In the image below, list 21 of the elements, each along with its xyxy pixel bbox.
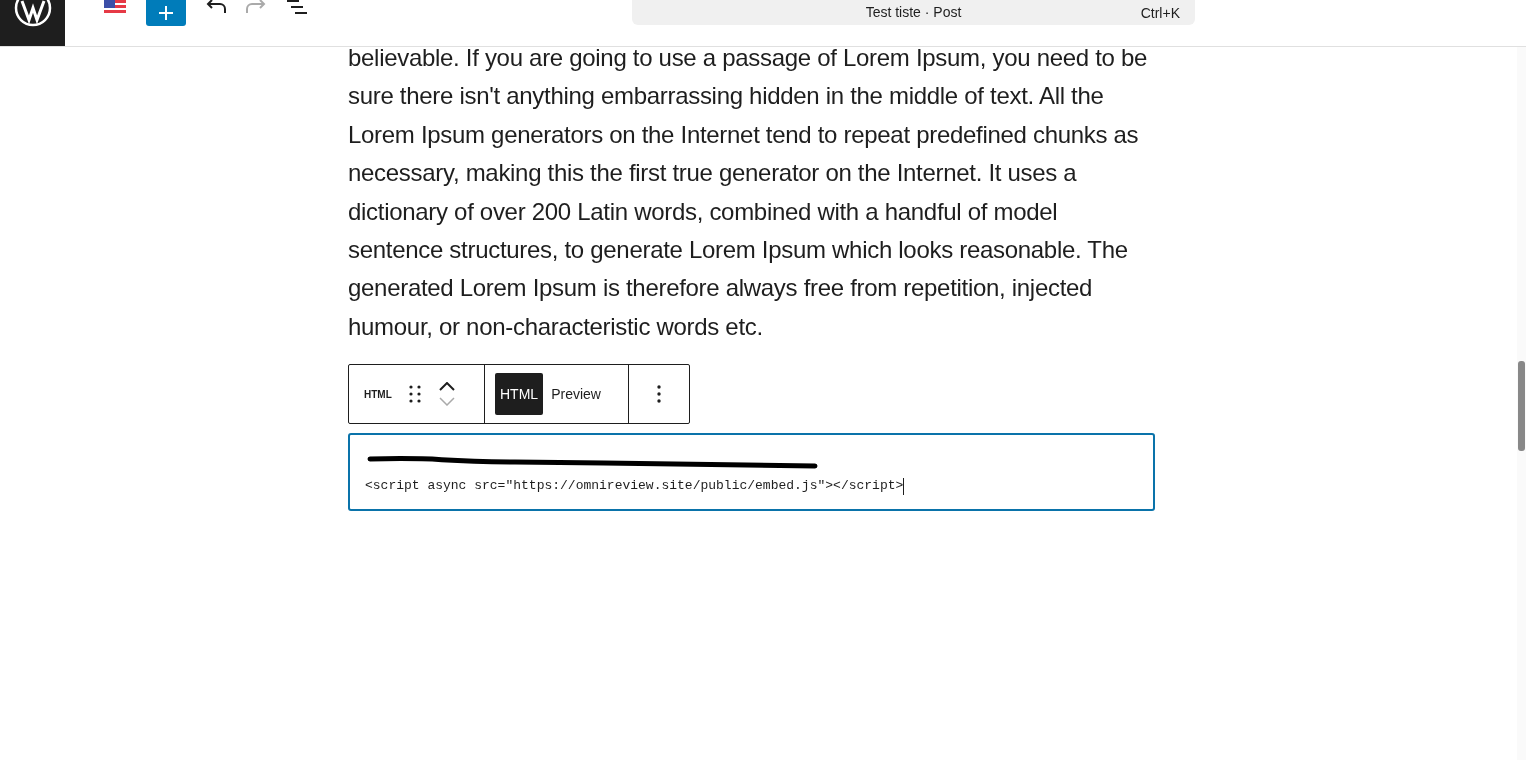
block-type-label[interactable]: HTML bbox=[364, 386, 392, 402]
logo-icon bbox=[12, 0, 53, 28]
more-options-icon[interactable] bbox=[657, 385, 661, 404]
mode-tab[interactable]: Preview bbox=[546, 373, 606, 416]
command-bar[interactable]: Test tiste · Post Ctrl+K bbox=[632, 0, 1195, 25]
code-line: <script async src="https://omnireview.site/public/embed.js"></script> bbox=[365, 477, 904, 496]
document-title: Test tiste · Post bbox=[865, 3, 962, 22]
shortcut-label: Ctrl+K bbox=[1140, 4, 1180, 23]
paragraph-text: believable. If you are going to use a passage of Lorem Ipsum, you need to be sure there isn't anything embarrassing hidden in the middle of text. All the Lorem Ipsum generators on the Internet tend to repeat predefined chunks as necessary, making this the first true generator on the Internet. It uses a dictionary of over 200 Latin words, combined with a handful of model sentence structures, to generate Lorem Ipsum which looks reasonable. The generated Lorem Ipsum is therefore always free from repetition, injected humour, or non-characteristic words etc. bbox=[348, 43, 1149, 342]
undo-icon[interactable] bbox=[205, 0, 227, 14]
move-up-icon[interactable] bbox=[438, 382, 455, 392]
plus-icon bbox=[159, 6, 173, 20]
flag-icon[interactable] bbox=[104, 0, 126, 15]
drag-handle-icon[interactable] bbox=[408, 385, 421, 404]
add-block-button[interactable] bbox=[146, 0, 186, 26]
list-view-icon[interactable] bbox=[285, 0, 307, 14]
code-editor-field[interactable]: <script async src="https://omnireview.site/public/embed.js"></script> bbox=[348, 433, 1155, 512]
mode-tab[interactable]: HTML bbox=[495, 373, 544, 416]
text-cursor bbox=[903, 477, 905, 495]
scrollbar-thumb[interactable] bbox=[1518, 361, 1525, 451]
site-logo-button[interactable] bbox=[0, 0, 65, 46]
